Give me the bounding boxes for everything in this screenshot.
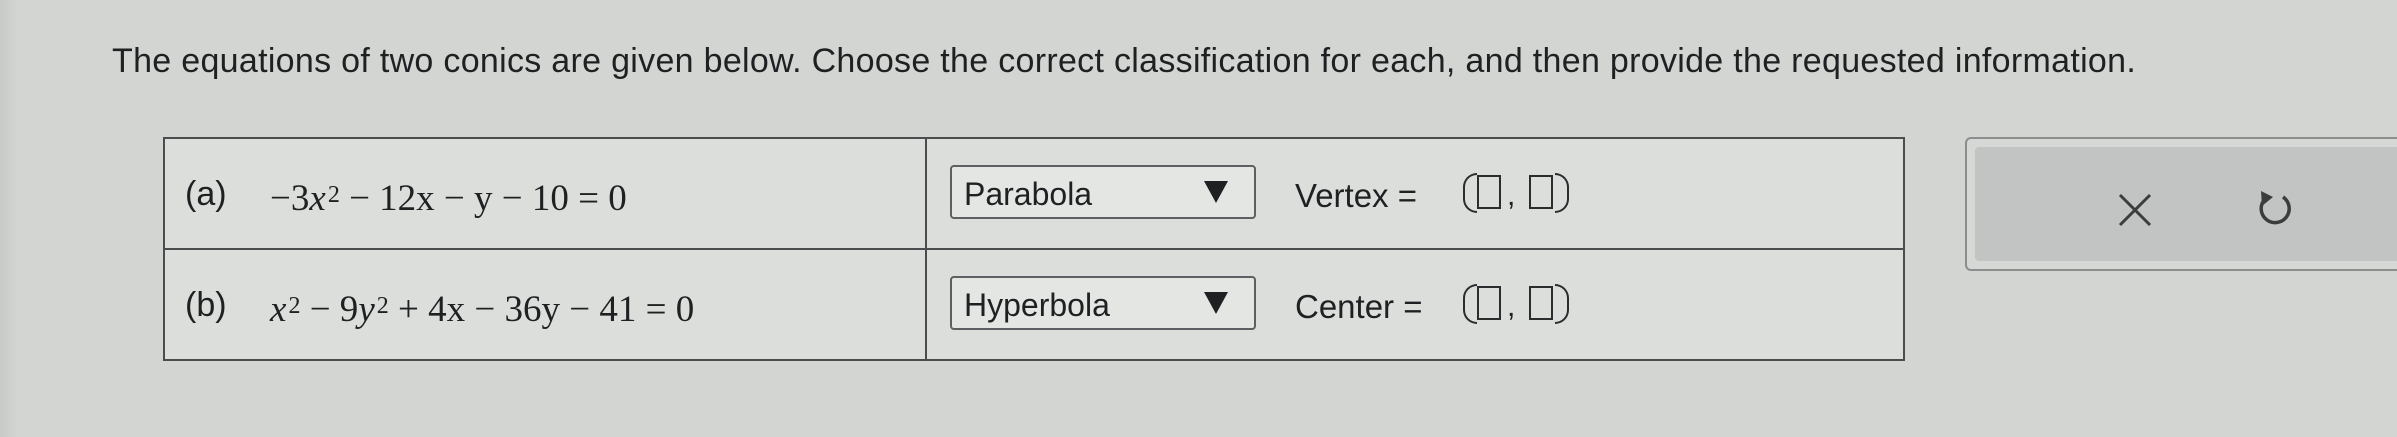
part-label: (b)	[185, 286, 227, 324]
vertex-label: Vertex =	[1295, 177, 1417, 214]
table-row-b: (b) x2 − 9y2 + 4x − 36y − 41 = 0 Hyperbo…	[165, 250, 1903, 359]
caret-down-icon	[1204, 292, 1228, 314]
comma: ,	[1507, 290, 1516, 323]
caret-down-icon	[1204, 181, 1228, 203]
problem-prompt: The equations of two conics are given be…	[112, 42, 2137, 80]
center-label: Center =	[1295, 288, 1423, 325]
undo-icon	[2259, 191, 2291, 225]
right-paren	[1555, 173, 1569, 213]
classification-value: Parabola	[964, 176, 1093, 212]
clear-button[interactable]	[2095, 175, 2175, 245]
center-input: ,	[1463, 280, 1583, 330]
equation-a: −3x2 − 12x − y − 10 = 0	[270, 178, 627, 219]
equation-b: x2 − 9y2 + 4x − 36y − 41 = 0	[270, 289, 695, 330]
classification-select-b[interactable]: Hyperbola	[950, 276, 1256, 330]
vertex-x-field[interactable]	[1477, 175, 1501, 209]
undo-button[interactable]	[2235, 175, 2315, 245]
answer-tools-panel	[1965, 137, 2397, 271]
vertex-y-field[interactable]	[1529, 175, 1553, 209]
comma: ,	[1507, 179, 1516, 212]
close-icon	[2118, 193, 2152, 227]
tools-background	[1975, 147, 2397, 261]
center-x-field[interactable]	[1477, 286, 1501, 320]
table-row-a: (a) −3x2 − 12x − y − 10 = 0 Parabola Ver…	[165, 139, 1903, 250]
left-paren	[1463, 173, 1477, 213]
vertex-input: ,	[1463, 169, 1583, 219]
classification-value: Hyperbola	[964, 287, 1110, 323]
right-paren	[1555, 284, 1569, 324]
classification-select-a[interactable]: Parabola	[950, 165, 1256, 219]
conics-table: (a) −3x2 − 12x − y − 10 = 0 Parabola Ver…	[163, 137, 1905, 361]
part-label: (a)	[185, 175, 227, 213]
left-paren	[1463, 284, 1477, 324]
page-edge	[0, 0, 18, 437]
center-y-field[interactable]	[1529, 286, 1553, 320]
